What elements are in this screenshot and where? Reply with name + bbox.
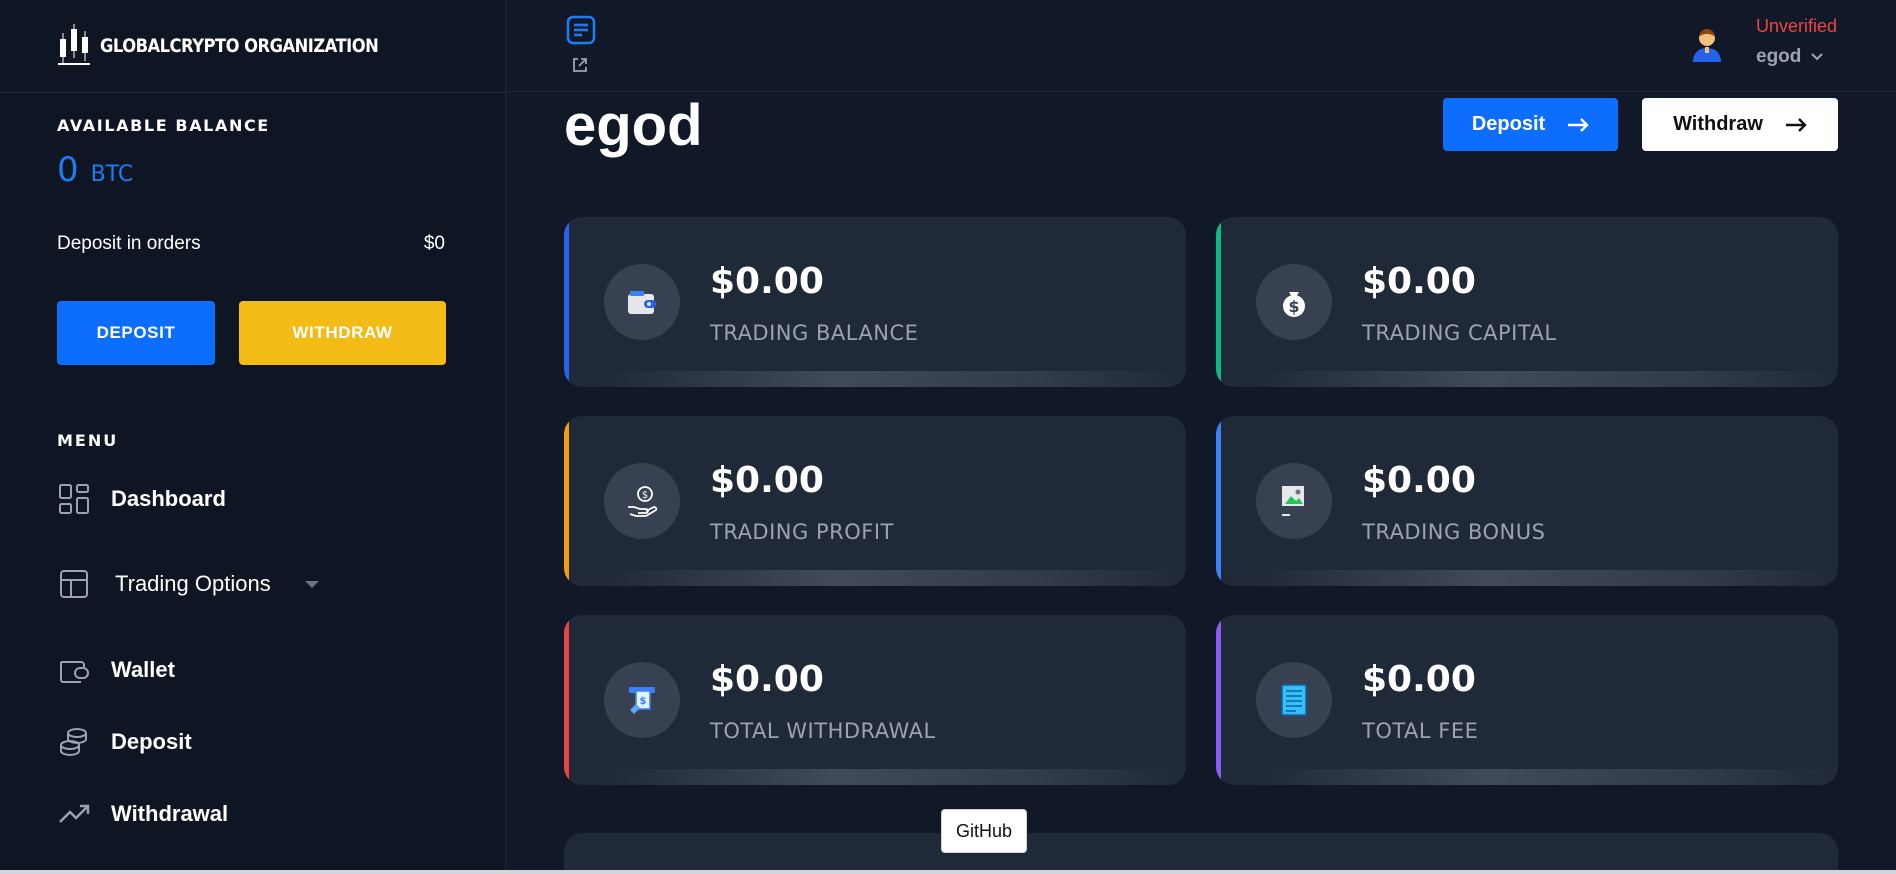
card-icon-circle: $ xyxy=(1256,264,1332,340)
card-amount: $0.00 xyxy=(1362,659,1476,700)
card-amount: $0.00 xyxy=(710,460,824,501)
card-divider xyxy=(604,371,1186,387)
page-title: egod xyxy=(564,93,703,158)
stat-card-trading-profit: $ $0.00 TRADING PROFIT xyxy=(564,416,1186,586)
available-balance-value: 0 BTC xyxy=(57,150,133,190)
sidebar-withdraw-button[interactable]: WITHDRAW xyxy=(239,301,446,365)
card-label: TOTAL FEE xyxy=(1362,719,1479,743)
card-amount: $0.00 xyxy=(710,261,824,302)
card-label: TRADING BONUS xyxy=(1362,520,1546,544)
candlestick-logo-icon xyxy=(58,24,90,65)
svg-text:$: $ xyxy=(1288,297,1299,316)
chevron-down-icon xyxy=(1811,53,1824,61)
divider xyxy=(0,92,506,93)
card-accent xyxy=(564,615,569,785)
hand-coin-icon: $ xyxy=(628,486,658,517)
sidebar-item-dashboard[interactable]: Dashboard xyxy=(57,482,226,516)
brand-logo[interactable]: GLOBALCRYPTO ORGANIZATION xyxy=(56,18,424,74)
deposit-button-label: Deposit xyxy=(1471,113,1546,135)
sidebar-item-label: Dashboard xyxy=(111,486,226,511)
user-menu[interactable]: egod xyxy=(1756,46,1824,68)
arrow-right-icon xyxy=(1785,117,1807,132)
chevron-down-icon xyxy=(304,580,319,588)
brand-name: GLOBALCRYPTO ORGANIZATION xyxy=(100,35,379,57)
panel-card xyxy=(564,833,1838,874)
wallet-icon xyxy=(628,291,656,314)
cash-withdraw-icon: $ xyxy=(629,687,655,714)
card-divider xyxy=(1256,371,1838,387)
card-accent xyxy=(1216,217,1221,387)
svg-text:$: $ xyxy=(642,490,648,501)
top-bar xyxy=(506,0,1896,92)
available-balance-label: AVAILABLE BALANCE xyxy=(57,116,270,135)
receipt-icon xyxy=(1281,684,1307,716)
deposit-button[interactable]: Deposit xyxy=(1443,98,1618,151)
username-label: egod xyxy=(1756,46,1802,67)
external-link-icon[interactable] xyxy=(571,56,589,74)
card-label: TRADING CAPITAL xyxy=(1362,321,1557,345)
window-bottom-border xyxy=(0,870,1896,874)
stat-card-total-withdrawal: $ $0.00 TOTAL WITHDRAWAL xyxy=(564,615,1186,785)
card-amount: $0.00 xyxy=(1362,261,1476,302)
card-accent xyxy=(1216,416,1221,586)
sidebar-item-label: Wallet xyxy=(111,657,175,682)
deposit-in-orders-label: Deposit in orders xyxy=(57,233,201,254)
stat-card-trading-balance: $0.00 TRADING BALANCE xyxy=(564,217,1186,387)
card-icon-circle: $ xyxy=(604,662,680,738)
trending-up-icon xyxy=(59,804,90,823)
broken-image-icon xyxy=(1282,486,1304,516)
card-icon-circle xyxy=(1256,463,1332,539)
sidebar: GLOBALCRYPTO ORGANIZATION AVAILABLE BALA… xyxy=(0,0,506,874)
stat-card-total-fee: $0.00 TOTAL FEE xyxy=(1216,615,1838,785)
balance-unit: BTC xyxy=(90,162,134,187)
card-divider xyxy=(604,769,1186,785)
card-divider xyxy=(604,570,1186,586)
card-amount: $0.00 xyxy=(710,659,824,700)
card-icon-circle xyxy=(604,264,680,340)
sidebar-item-withdrawal[interactable]: Withdrawal xyxy=(57,797,228,831)
avatar[interactable] xyxy=(1690,26,1724,62)
card-label: TRADING BALANCE xyxy=(710,321,919,345)
sidebar-item-label: Deposit xyxy=(111,729,192,754)
card-divider xyxy=(1256,570,1838,586)
arrow-right-icon xyxy=(1568,117,1589,132)
dashboard-icon xyxy=(59,484,89,514)
deposit-in-orders-value: $0 xyxy=(423,233,445,254)
card-accent xyxy=(1216,615,1221,785)
sidebar-item-label: Trading Options xyxy=(115,571,271,596)
stat-card-trading-capital: $ $0.00 TRADING CAPITAL xyxy=(1216,217,1838,387)
card-label: TOTAL WITHDRAWAL xyxy=(710,719,936,743)
wallet-icon xyxy=(60,661,89,683)
balance-amount: 0 xyxy=(57,150,79,190)
verification-status: Unverified xyxy=(1756,16,1838,36)
card-divider xyxy=(1256,769,1838,785)
card-icon-circle: $ xyxy=(604,463,680,539)
sidebar-item-deposit[interactable]: Deposit xyxy=(57,725,192,759)
card-icon-circle xyxy=(1256,662,1332,738)
withdraw-button[interactable]: Withdraw xyxy=(1642,98,1838,151)
stat-card-trading-bonus: $0.00 TRADING BONUS xyxy=(1216,416,1838,586)
card-amount: $0.00 xyxy=(1362,460,1476,501)
money-bag-icon: $ xyxy=(1283,292,1305,317)
card-accent xyxy=(564,217,569,387)
card-accent xyxy=(564,416,569,586)
layout-icon xyxy=(60,570,88,598)
sidebar-item-wallet[interactable]: Wallet xyxy=(57,653,175,687)
github-tooltip: GitHub xyxy=(941,809,1027,853)
withdraw-button-label: Withdraw xyxy=(1673,113,1763,135)
document-icon[interactable] xyxy=(566,15,596,45)
coins-icon xyxy=(60,728,87,757)
sidebar-item-label: Withdrawal xyxy=(111,801,229,826)
menu-heading: MENU xyxy=(57,431,119,450)
card-label: TRADING PROFIT xyxy=(710,520,894,544)
sidebar-item-trading-options[interactable]: Trading Options xyxy=(57,567,319,601)
sidebar-deposit-button[interactable]: DEPOSIT xyxy=(57,301,215,365)
svg-text:$: $ xyxy=(640,696,647,707)
